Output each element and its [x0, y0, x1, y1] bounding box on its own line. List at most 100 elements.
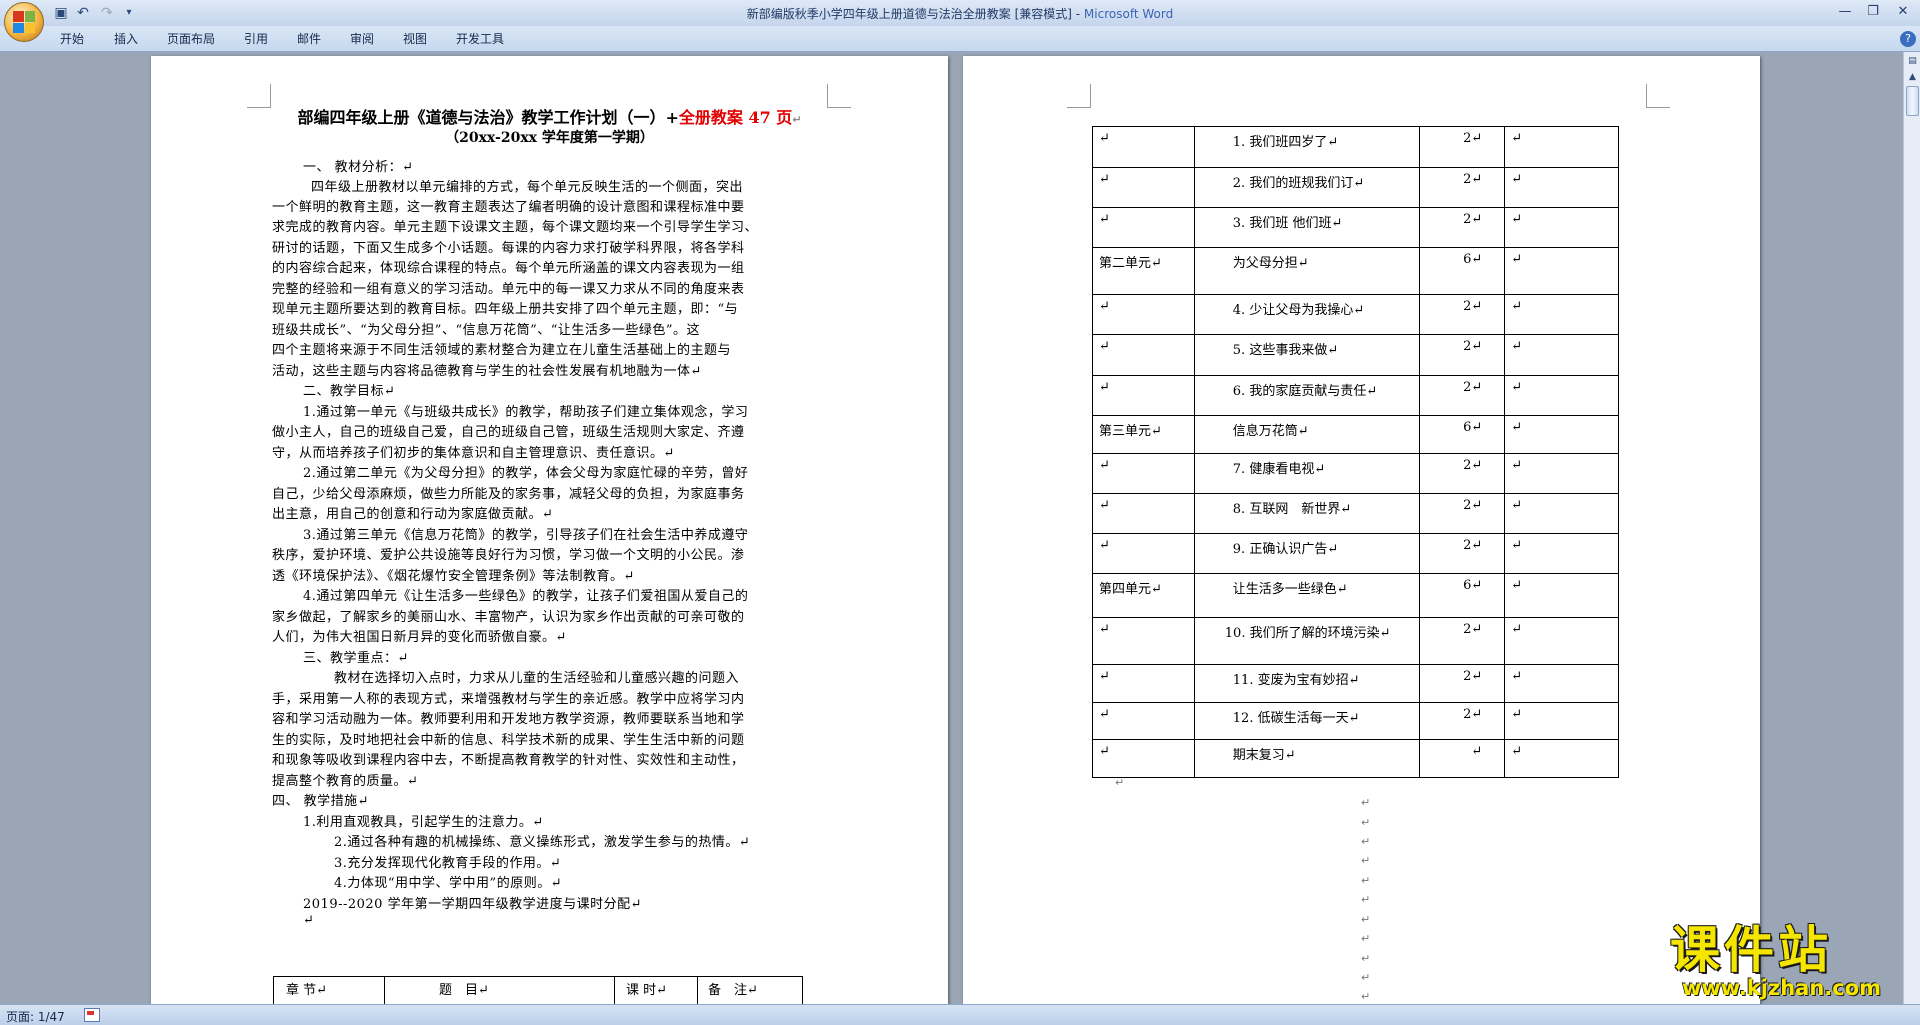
ruler-toggle-icon[interactable]: ▤: [1905, 54, 1920, 69]
cell-note: ↵: [1504, 664, 1619, 703]
paragraph-mark: ↵: [1361, 971, 1371, 984]
window-title: 新部编版秋季小学四年级上册道德与法治全册教案 [兼容模式] - Microsof…: [0, 5, 1920, 22]
cell-title: 2. 我们的班规我们订↵: [1193, 167, 1421, 208]
cell-title: 12. 低碳生活每一天↵: [1193, 702, 1421, 740]
cell-unit: ↵: [1092, 453, 1195, 494]
paragraph-line: 三、教学重点：↵: [303, 651, 409, 666]
cell-hours: 2↵: [1419, 167, 1506, 208]
doc-title: 部编四年级上册《道德与法治》教学工作计划（一）+全册教案 47 页↵: [297, 108, 802, 127]
tab-view[interactable]: 视图: [403, 30, 427, 48]
cell-unit: 第四单元↵: [1092, 573, 1195, 618]
doc-title-main: 部编四年级上册《道德与法治》教学工作计划（一）+: [297, 108, 679, 127]
table-row: ↵ 期末复习↵ ↵ ↵: [1092, 739, 1619, 778]
cell-unit: ↵: [1092, 617, 1195, 665]
cell-title: 期末复习↵: [1193, 739, 1421, 778]
paragraph-line: 四年级上册教材以单元编排的方式，每个单元反映生活的一个侧面，突出: [311, 180, 744, 195]
paragraph-line: 做小主人，自己的班级自己爱，自己的班级自己管，班级生活规则大家定、齐遵: [272, 425, 745, 440]
cell-title: 11. 变废为宝有妙招↵: [1193, 664, 1421, 703]
paragraph-line: 研讨的话题，下面又生成多个小话题。每课的内容力求打破学科界限，将各学科: [272, 241, 745, 256]
cell-hours: 2↵: [1419, 702, 1506, 740]
paragraph-line: 提高整个教育的质量。↵: [272, 774, 419, 789]
watermark-url: www.kjzhan.com: [1682, 976, 1882, 1000]
paragraph-line: 生的实际，及时地把社会中新的信息、科学技术新的成果、学生生活中新的问题: [272, 733, 745, 748]
restore-icon[interactable]: ❐: [1860, 2, 1886, 21]
scroll-up-icon[interactable]: ▲: [1905, 70, 1920, 85]
cell-title: 让生活多一些绿色↵: [1193, 573, 1421, 618]
page-1[interactable]: 部编四年级上册《道德与法治》教学工作计划（一）+全册教案 47 页↵ （20xx…: [151, 56, 948, 1004]
cell-note: ↵: [1504, 294, 1619, 335]
table-divider: [614, 977, 615, 1004]
margin-corner: [1067, 84, 1091, 108]
cell-note: ↵: [1504, 247, 1619, 295]
table-divider: [384, 977, 385, 1004]
schedule-table[interactable]: ↵ 1. 我们班四岁了↵ 2↵ ↵ ↵ 2. 我们的班规我们订↵ 2↵ ↵ ↵ 3. 我们班 …: [1092, 126, 1619, 778]
cell-hours: 2↵: [1419, 207, 1506, 248]
close-icon[interactable]: ✕: [1890, 2, 1916, 21]
vertical-scrollbar[interactable]: ▤ ▲: [1903, 52, 1920, 1004]
paragraph-line: 活动，这些主题与内容将品德教育与学生的社会性发展有机地融为一体↵: [272, 364, 702, 379]
tab-insert[interactable]: 插入: [114, 30, 138, 48]
paragraph-line: 现单元主题所要达到的教育目标。四年级上册共安排了四个单元主题，即：“与: [272, 302, 739, 317]
paragraph-line: 的内容综合起来，体现综合课程的特点。每个单元所涵盖的课文内容表现为一组: [272, 261, 745, 276]
paragraph-line: 求完成的教育内容。单元主题下设课文主题，每个课文题均来一个引导学生学习、: [272, 220, 759, 235]
paragraph-line: 2019--2020 学年第一学期四年级教学进度与课时分配↵: [303, 897, 642, 912]
cell-title: 7. 健康看电视↵: [1193, 453, 1421, 494]
tab-review[interactable]: 审阅: [350, 30, 374, 48]
page-count[interactable]: 页面: 1/47: [6, 1008, 65, 1025]
cell-title: 6. 我的家庭贡献与责任↵: [1193, 375, 1421, 416]
window-title-app: Microsoft Word: [1083, 7, 1174, 21]
cell-title: 4. 少让父母为我操心↵: [1193, 294, 1421, 335]
tab-home[interactable]: 开始: [60, 30, 84, 48]
paragraph-mark: ↵: [1361, 913, 1371, 926]
minimize-icon[interactable]: —: [1832, 2, 1858, 21]
cell-hours: 2↵: [1419, 334, 1506, 376]
help-icon[interactable]: ?: [1900, 31, 1916, 47]
header-title: 题 目↵: [439, 983, 489, 998]
paragraph-line: 四个主题将来源于不同生活领域的素材整合为建立在儿童生活基础上的主题与: [272, 343, 732, 358]
cell-note: ↵: [1504, 453, 1619, 494]
schedule-table-header[interactable]: 章 节↵ 题 目↵ 课 时↵ 备 注↵: [273, 976, 803, 1004]
cell-title: 8. 互联网 新世界↵: [1193, 493, 1421, 534]
paragraph-line: 家乡做起，了解家乡的美丽山水、丰富物产，认识为家乡作出贡献的可亲可敬的: [272, 610, 745, 625]
scroll-thumb[interactable]: [1906, 86, 1919, 116]
cell-hours: 2↵: [1419, 664, 1506, 703]
table-row: 第四单元↵ 让生活多一些绿色↵ 6↵ ↵: [1092, 573, 1619, 618]
cell-unit: ↵: [1092, 739, 1195, 778]
tab-page-layout[interactable]: 页面布局: [167, 30, 215, 48]
cell-title: 9. 正确认识广告↵: [1193, 533, 1421, 574]
cell-hours: 6↵: [1419, 573, 1506, 618]
tab-references[interactable]: 引用: [244, 30, 268, 48]
cell-hours: 2↵: [1419, 453, 1506, 494]
cell-unit: ↵: [1092, 533, 1195, 574]
cell-title: 5. 这些事我来做↵: [1193, 334, 1421, 376]
header-hours: 课 时↵: [626, 983, 668, 998]
paragraph-mark: ↵: [1361, 932, 1371, 945]
cell-note: ↵: [1504, 702, 1619, 740]
header-chapter: 章 节↵: [286, 983, 328, 998]
page-2[interactable]: ↵ 1. 我们班四岁了↵ 2↵ ↵ ↵ 2. 我们的班规我们订↵ 2↵ ↵ ↵ 3. 我们班 …: [963, 56, 1760, 1004]
cell-note: ↵: [1504, 739, 1619, 778]
document-area[interactable]: 部编四年级上册《道德与法治》教学工作计划（一）+全册教案 47 页↵ （20xx…: [0, 52, 1903, 1004]
proofing-icon[interactable]: [84, 1008, 100, 1022]
paragraph-line: 一、 教材分析：↵: [303, 160, 414, 175]
office-button[interactable]: [4, 2, 44, 42]
office-logo-icon: [13, 11, 35, 33]
tab-mailings[interactable]: 邮件: [297, 30, 321, 48]
cell-unit: ↵: [1092, 207, 1195, 248]
paragraph-line: 透《环境保护法》、《烟花爆竹安全管理条例》等法制教育。↵: [272, 569, 635, 584]
cell-note: ↵: [1504, 533, 1619, 574]
table-row: ↵ 1. 我们班四岁了↵ 2↵ ↵: [1092, 126, 1619, 168]
paragraph-line: 3.通过第三单元《信息万花筒》的教学，引导孩子们在社会生活中养成遵守: [303, 528, 749, 543]
cell-title: 为父母分担↵: [1193, 247, 1421, 295]
tab-developer[interactable]: 开发工具: [456, 30, 504, 48]
paragraph-line: 自己，少给父母添麻烦，做些力所能及的家务事，减轻父母的负担，为家庭事务: [272, 487, 745, 502]
paragraph-line: 一个鲜明的教育主题，这一教育主题表达了编者明确的设计意图和课程标准中要: [272, 200, 745, 215]
doc-subtitle: （20xx-20xx 学年度第一学期）: [445, 130, 654, 146]
paragraph-line: 秩序，爱护环境、爱护公共设施等良好行为习惯，学习做一个文明的小公民。渗: [272, 548, 745, 563]
table-row: ↵ 2. 我们的班规我们订↵ 2↵ ↵: [1092, 167, 1619, 208]
paragraph-line: 4.力体现“用中学、学中用”的原则。↵: [334, 876, 563, 891]
paragraph-mark: ↵: [1361, 835, 1371, 848]
paragraph-mark: ↵: [1361, 816, 1371, 829]
paragraph-mark: ↵: [1361, 893, 1371, 906]
header-notes: 备 注↵: [708, 983, 758, 998]
